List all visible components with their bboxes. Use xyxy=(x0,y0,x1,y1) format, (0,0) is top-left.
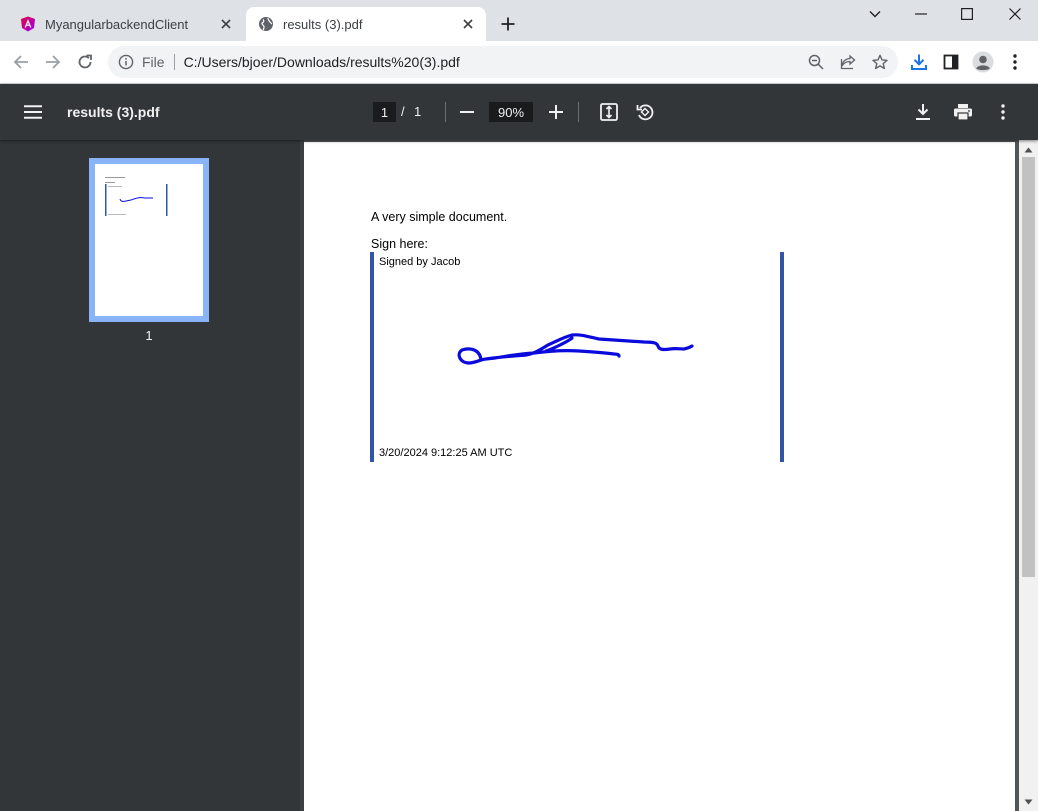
divider xyxy=(173,54,175,70)
document-text-line: A very simple document. xyxy=(371,210,508,224)
download-icon xyxy=(911,54,927,70)
thumbnail-sidebar: 1 xyxy=(0,140,300,811)
sidebar-toggle-button[interactable] xyxy=(19,98,47,126)
handwritten-signature xyxy=(457,333,694,365)
signature-box: Signed by Jacob 3/20/2024 9:12:25 AM UTC xyxy=(370,252,784,462)
close-icon[interactable] xyxy=(458,14,478,34)
arrow-right-icon xyxy=(46,55,61,69)
thumbnail-miniature xyxy=(105,177,168,216)
tab-title: MyangularbackendClient xyxy=(45,16,189,32)
pdf-page: A very simple document. Sign here: Signe… xyxy=(304,142,1015,811)
tab-strip: MyangularbackendClient results (3).pdf xyxy=(0,0,1038,41)
fit-page-icon xyxy=(600,103,618,121)
pdf-more-button[interactable] xyxy=(989,98,1017,126)
page-total: 1 xyxy=(414,104,422,119)
angular-icon xyxy=(20,16,36,32)
plus-icon xyxy=(549,105,563,119)
tab-myangularbackendclient[interactable]: MyangularbackendClient xyxy=(8,7,244,41)
document-sign-prompt: Sign here: xyxy=(371,237,428,251)
zoom-input[interactable]: 90% xyxy=(489,102,533,122)
bookmark-star-icon[interactable] xyxy=(866,48,894,76)
back-button[interactable] xyxy=(7,48,35,76)
download-button[interactable] xyxy=(909,98,937,126)
close-window-button[interactable] xyxy=(992,0,1038,28)
zoom-in-button[interactable] xyxy=(542,98,570,126)
page-thumbnail[interactable] xyxy=(89,158,209,322)
scrollbar-thumb[interactable] xyxy=(1022,157,1035,577)
thumbnail-page-number: 1 xyxy=(145,328,153,343)
scroll-up-arrow-icon[interactable] xyxy=(1023,144,1034,155)
info-icon[interactable] xyxy=(118,54,134,70)
download-icon xyxy=(916,104,930,120)
new-tab-button[interactable] xyxy=(496,12,520,36)
globe-icon xyxy=(258,16,274,32)
side-panel-button[interactable] xyxy=(937,48,965,76)
menu-icon xyxy=(24,105,42,119)
minimize-icon xyxy=(915,13,927,15)
downloads-button[interactable] xyxy=(905,48,933,76)
tab-results-pdf[interactable]: results (3).pdf xyxy=(246,7,486,41)
vertical-scrollbar[interactable] xyxy=(1019,140,1038,811)
url-text[interactable]: C:/Users/bjoer/Downloads/results%20(3).p… xyxy=(184,54,802,70)
zoom-icon[interactable] xyxy=(802,48,830,76)
scroll-down-arrow-icon[interactable] xyxy=(1023,796,1034,807)
divider xyxy=(445,102,446,122)
reload-icon xyxy=(78,54,92,69)
close-icon[interactable] xyxy=(216,14,236,34)
scheme-label: File xyxy=(142,54,165,70)
print-button[interactable] xyxy=(949,98,977,126)
divider xyxy=(578,102,579,122)
zoom-out-button[interactable] xyxy=(453,98,481,126)
fit-to-page-button[interactable] xyxy=(595,98,623,126)
reload-button[interactable] xyxy=(71,48,99,76)
page-number-input[interactable]: 1 xyxy=(373,102,396,122)
forward-button[interactable] xyxy=(39,48,67,76)
maximize-button[interactable] xyxy=(944,0,990,28)
minus-icon xyxy=(460,111,474,113)
browser-menu-button[interactable] xyxy=(1001,48,1029,76)
more-vert-icon xyxy=(1013,54,1017,70)
page-separator: / xyxy=(401,104,405,119)
side-panel-icon xyxy=(943,54,959,70)
chevron-down-icon xyxy=(869,11,881,18)
tab-title: results (3).pdf xyxy=(283,16,363,32)
browser-toolbar: File C:/Users/bjoer/Downloads/results%20… xyxy=(0,41,1038,84)
print-icon xyxy=(954,104,972,121)
minimize-button[interactable] xyxy=(898,0,944,28)
document-title: results (3).pdf xyxy=(67,104,160,120)
share-icon[interactable] xyxy=(834,48,862,76)
document-viewer: A very simple document. Sign here: Signe… xyxy=(304,140,1038,811)
profile-button[interactable] xyxy=(969,48,997,76)
tab-search-button[interactable] xyxy=(852,0,898,28)
maximize-icon xyxy=(961,8,973,20)
more-vert-icon xyxy=(1001,104,1005,120)
arrow-left-icon xyxy=(13,55,28,69)
rotate-button[interactable] xyxy=(631,98,659,126)
close-icon xyxy=(1009,8,1021,20)
address-bar[interactable]: File C:/Users/bjoer/Downloads/results%20… xyxy=(108,46,898,78)
pdf-toolbar: results (3).pdf 1 / 1 90% xyxy=(0,84,1038,140)
rotate-icon xyxy=(636,104,654,121)
signature-timestamp: 3/20/2024 9:12:25 AM UTC xyxy=(379,447,513,459)
plus-icon xyxy=(501,17,515,31)
avatar-icon xyxy=(972,51,994,73)
thumbnail-page-preview xyxy=(95,164,203,316)
